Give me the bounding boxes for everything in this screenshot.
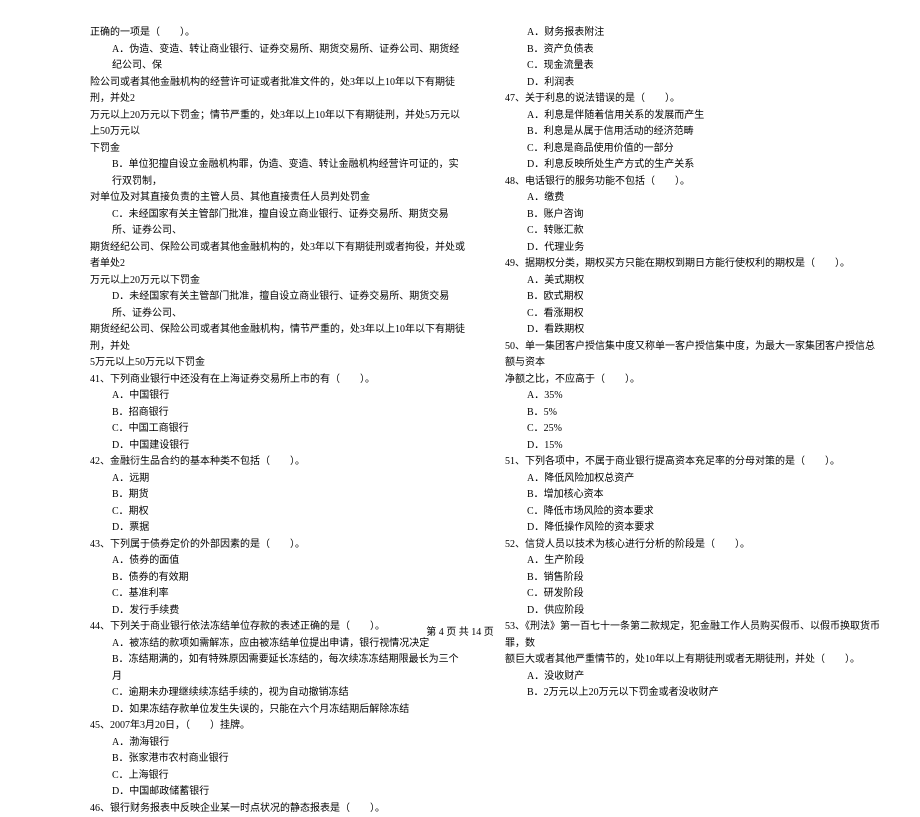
- left-line: 41、下列商业银行中还没有在上海证券交易所上市的有（ ）。: [90, 372, 465, 389]
- page-columns: 正确的一项是（ ）。A．伪造、变造、转让商业银行、证券交易所、期货交易所、证券公…: [90, 25, 880, 605]
- right-line: 额巨大或者其他严重情节的，处10年以上有期徒刑或者无期徒刑，并处（ ）。: [505, 652, 880, 669]
- right-line: 51、下列各项中，不属于商业银行提高资本充足率的分母对策的是（ ）。: [505, 454, 880, 471]
- right-line: C．转账汇款: [505, 223, 880, 240]
- left-line: A．远期: [90, 471, 465, 488]
- right-line: 49、据期权分类，期权买方只能在期权到期日方能行使权利的期权是（ ）。: [505, 256, 880, 273]
- right-line: C．现金流量表: [505, 58, 880, 75]
- right-line: B．5%: [505, 405, 880, 422]
- left-line: C．逾期未办理继续续冻结手续的，视为自动撤销冻结: [90, 685, 465, 702]
- left-line: 46、银行财务报表中反映企业某一时点状况的静态报表是（ ）。: [90, 801, 465, 817]
- left-line: B．冻结期满的，如有特殊原因需要延长冻结的，每次续冻冻结期限最长为三个月: [90, 652, 465, 685]
- left-line: B．招商银行: [90, 405, 465, 422]
- right-line: B．增加核心资本: [505, 487, 880, 504]
- left-line: B．张家港市农村商业银行: [90, 751, 465, 768]
- right-line: A．缴费: [505, 190, 880, 207]
- left-line: B．单位犯擅自设立金融机构罪，伪造、变造、转让金融机构经营许可证的，实行双罚制，: [90, 157, 465, 190]
- right-line: C．降低市场风险的资本要求: [505, 504, 880, 521]
- left-line: 5万元以上50万元以下罚金: [90, 355, 465, 372]
- left-line: A．中国银行: [90, 388, 465, 405]
- right-line: A．生产阶段: [505, 553, 880, 570]
- right-line: A．利息是伴随着信用关系的发展而产生: [505, 108, 880, 125]
- left-line: D．中国邮政储蓄银行: [90, 784, 465, 801]
- left-line: 43、下列属于债券定价的外部因素的是（ ）。: [90, 537, 465, 554]
- left-column: 正确的一项是（ ）。A．伪造、变造、转让商业银行、证券交易所、期货交易所、证券公…: [90, 25, 465, 605]
- left-line: D．票据: [90, 520, 465, 537]
- right-line: 50、单一集团客户授信集中度又称单一客户授信集中度，为最大一家集团客户授信总额与…: [505, 339, 880, 372]
- right-line: B．账户咨询: [505, 207, 880, 224]
- left-line: D．中国建设银行: [90, 438, 465, 455]
- left-line: C．上海银行: [90, 768, 465, 785]
- right-line: D．供应阶段: [505, 603, 880, 620]
- right-line: C．利息是商品使用价值的一部分: [505, 141, 880, 158]
- right-line: A．没收财产: [505, 669, 880, 686]
- right-line: C．25%: [505, 421, 880, 438]
- left-line: A．债券的面值: [90, 553, 465, 570]
- right-line: A．财务报表附注: [505, 25, 880, 42]
- left-line: D．发行手续费: [90, 603, 465, 620]
- left-line: 万元以上20万元以下罚金；情节严重的，处3年以上10年以下有期徒刑，并处5万元以…: [90, 108, 465, 141]
- right-line: B．利息是从属于信用活动的经济范畴: [505, 124, 880, 141]
- left-line: B．债券的有效期: [90, 570, 465, 587]
- left-line: 万元以上20万元以下罚金: [90, 273, 465, 290]
- right-line: 净额之比，不应高于（ ）。: [505, 372, 880, 389]
- left-line: 期货经纪公司、保险公司或者其他金融机构的，处3年以下有期徒刑或者拘役，并处或者单…: [90, 240, 465, 273]
- left-line: C．期权: [90, 504, 465, 521]
- left-line: D．如果冻结存款单位发生失误的，只能在六个月冻结期后解除冻结: [90, 702, 465, 719]
- right-line: B．欧式期权: [505, 289, 880, 306]
- left-line: B．期货: [90, 487, 465, 504]
- left-line: 42、金融衍生品合约的基本种类不包括（ ）。: [90, 454, 465, 471]
- right-line: D．代理业务: [505, 240, 880, 257]
- right-line: D．利息反映所处生产方式的生产关系: [505, 157, 880, 174]
- left-line: C．中国工商银行: [90, 421, 465, 438]
- left-line: D．未经国家有关主管部门批准，擅自设立商业银行、证券交易所、期货交易所、证券公司…: [90, 289, 465, 322]
- right-line: 48、电话银行的服务功能不包括（ ）。: [505, 174, 880, 191]
- right-line: 52、信贷人员以技术为核心进行分析的阶段是（ ）。: [505, 537, 880, 554]
- right-line: D．利润表: [505, 75, 880, 92]
- left-line: C．未经国家有关主管部门批准，擅自设立商业银行、证券交易所、期货交易所、证券公司…: [90, 207, 465, 240]
- right-line: A．美式期权: [505, 273, 880, 290]
- left-line: 险公司或者其他金融机构的经营许可证或者批准文件的，处3年以上10年以下有期徒刑，…: [90, 75, 465, 108]
- right-line: 47、关于利息的说法错误的是（ ）。: [505, 91, 880, 108]
- right-line: D．15%: [505, 438, 880, 455]
- right-line: A．35%: [505, 388, 880, 405]
- page-footer: 第 4 页 共 14 页: [0, 623, 920, 638]
- left-line: 对单位及对其直接负责的主管人员、其他直接责任人员判处罚金: [90, 190, 465, 207]
- right-line: B．资产负债表: [505, 42, 880, 59]
- left-line: 期货经纪公司、保险公司或者其他金融机构，情节严重的，处3年以上10年以下有期徒刑…: [90, 322, 465, 355]
- left-line: 45、2007年3月20日，（ ）挂牌。: [90, 718, 465, 735]
- right-line: C．看涨期权: [505, 306, 880, 323]
- right-line: D．降低操作风险的资本要求: [505, 520, 880, 537]
- right-line: C．研发阶段: [505, 586, 880, 603]
- right-line: B．2万元以上20万元以下罚金或者没收财产: [505, 685, 880, 702]
- left-line: 正确的一项是（ ）。: [90, 25, 465, 42]
- left-line: C．基准利率: [90, 586, 465, 603]
- right-column: A．财务报表附注B．资产负债表C．现金流量表D．利润表47、关于利息的说法错误的…: [505, 25, 880, 605]
- left-line: A．伪造、变造、转让商业银行、证券交易所、期货交易所、证券公司、期货经纪公司、保: [90, 42, 465, 75]
- right-line: A．降低风险加权总资产: [505, 471, 880, 488]
- left-line: 下罚金: [90, 141, 465, 158]
- left-line: A．渤海银行: [90, 735, 465, 752]
- right-line: B．销售阶段: [505, 570, 880, 587]
- right-line: D．看跌期权: [505, 322, 880, 339]
